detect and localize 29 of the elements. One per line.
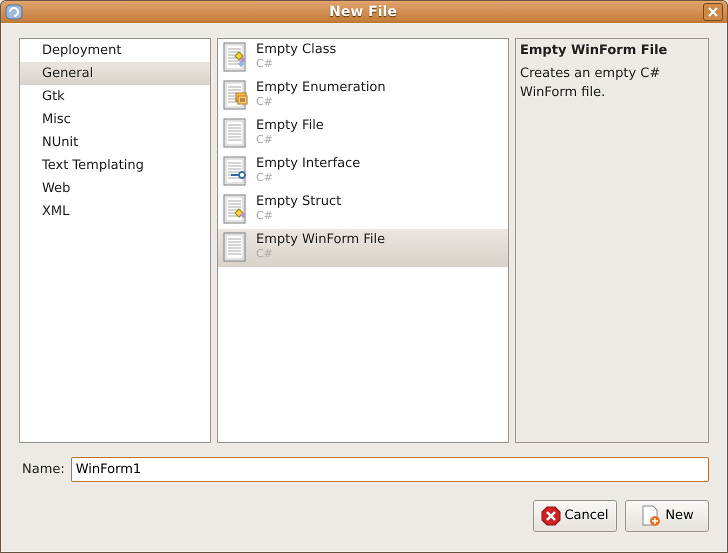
- document-key-icon: [223, 156, 248, 186]
- category-item[interactable]: Gtk: [20, 85, 210, 108]
- description-title: Empty WinForm File: [520, 42, 668, 60]
- description-text: Creates an empty C# WinForm file.: [520, 64, 662, 102]
- new-file-icon: [640, 505, 662, 527]
- document-list-icon: [223, 80, 248, 110]
- name-label: Name:: [22, 460, 65, 479]
- close-button[interactable]: [703, 3, 723, 21]
- category-item[interactable]: Text Templating: [20, 154, 210, 177]
- template-item[interactable]: Empty Class C#: [218, 39, 508, 77]
- category-item[interactable]: General: [20, 62, 210, 85]
- document-icon: [223, 118, 248, 148]
- template-item[interactable]: Empty Enumeration C#: [218, 77, 508, 115]
- close-icon: [708, 7, 718, 17]
- category-item[interactable]: Misc: [20, 108, 210, 131]
- cancel-button[interactable]: Cancel: [533, 500, 617, 532]
- name-field[interactable]: WinForm1: [70, 457, 709, 482]
- category-item[interactable]: Deployment: [20, 39, 210, 62]
- cancel-icon: [541, 506, 562, 526]
- document-icon: [223, 232, 248, 262]
- category-item[interactable]: XML: [20, 200, 210, 223]
- app-icon: [5, 4, 23, 20]
- new-button[interactable]: New: [625, 500, 709, 532]
- template-item[interactable]: Empty Struct C#: [218, 191, 508, 229]
- template-item[interactable]: Empty Interface C#: [218, 153, 508, 191]
- category-item[interactable]: NUnit: [20, 131, 210, 154]
- window-title: New File: [328, 2, 398, 22]
- category-item[interactable]: Web: [20, 177, 210, 200]
- template-item[interactable]: Empty File C#: [218, 115, 508, 153]
